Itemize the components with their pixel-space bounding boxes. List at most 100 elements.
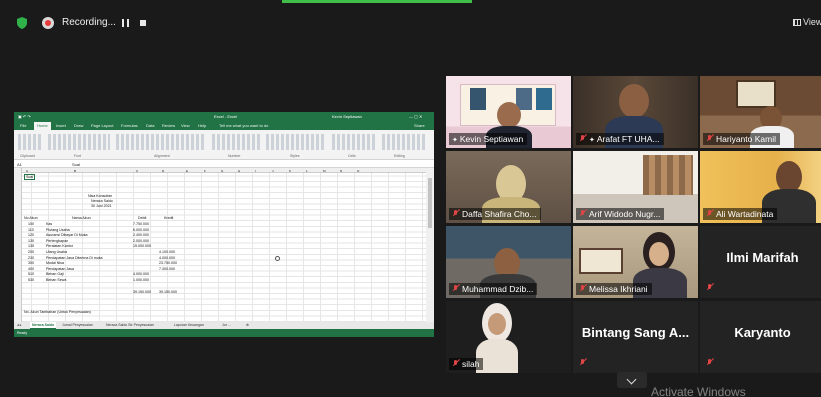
column-header[interactable]: L — [306, 169, 308, 173]
ribbon-clipboard-tools[interactable] — [18, 134, 42, 150]
tell-me-search[interactable]: Tell me what you want to do — [219, 123, 268, 128]
participant-tile[interactable]: Melissa Ikhriani — [573, 226, 698, 298]
ribbon-group-label: Number — [228, 154, 241, 158]
tab-review[interactable]: Review — [162, 123, 175, 128]
tab-draw[interactable]: Draw — [74, 123, 83, 128]
sheet-tab-laporan-keuangan[interactable]: Laporan Keuangan — [174, 323, 204, 327]
quick-access-toolbar-icon[interactable]: ▣ ↶ ↷ — [18, 114, 31, 119]
mic-muted-icon — [452, 285, 459, 293]
column-header[interactable]: C — [136, 169, 138, 173]
row-account-name: Pendapatan Jasa — [46, 266, 74, 271]
column-header[interactable]: J — [272, 169, 274, 173]
total-kredit: 39.150.000 — [159, 290, 177, 294]
participant-tile[interactable]: Hariyanto Kamil — [700, 76, 821, 148]
tab-data[interactable]: Data — [146, 123, 154, 128]
tab-file[interactable]: File — [20, 123, 26, 128]
row-account-name: Perlengkapan — [46, 238, 69, 243]
column-header[interactable]: G — [221, 169, 223, 173]
pause-recording-icon[interactable] — [122, 19, 129, 27]
participant-tile[interactable]: Ilmi Marifah — [700, 226, 821, 298]
participant-name-label: Arif Widodo Nugr... — [576, 208, 665, 220]
column-headers: A B C D E F G H I J K L M N O — [14, 168, 426, 173]
ribbon-alignment-tools[interactable] — [116, 134, 206, 150]
mic-muted-icon — [579, 359, 586, 367]
participant-tile[interactable]: silah — [446, 301, 571, 373]
show-toolbar-chevron-icon[interactable] — [617, 372, 647, 388]
row-kredit: 4.000.000 — [159, 255, 175, 260]
header-nama-akun: Nama Akun — [72, 216, 91, 220]
sheet-tab-neraca-saldo[interactable]: Neraca Saldo — [30, 322, 57, 329]
participant-gallery: ✦ Kevin Septiawan ✦ Arafat FT UHA... Hariy… — [446, 76, 821, 373]
sheet-tab-jurnal-penyesuaian[interactable]: Jurnal Penyesuaian — [62, 323, 93, 327]
row-debit: 7.750.000 — [133, 222, 149, 226]
tab-page-layout[interactable]: Page Layout — [91, 123, 113, 128]
mic-muted-icon — [706, 359, 713, 367]
column-header[interactable]: M — [323, 169, 326, 173]
participant-tile[interactable]: Arif Widodo Nugr... — [573, 151, 698, 223]
share-button[interactable]: Share — [414, 123, 425, 128]
participant-name-placeholder: Karyanto — [734, 325, 791, 340]
participant-tile[interactable]: Daffa Shafira Cho... — [446, 151, 571, 223]
participant-tile[interactable]: Muhammad Dzib... — [446, 226, 571, 298]
ribbon-styles-tools[interactable] — [266, 134, 326, 150]
row-account-name: Beban Gaji — [46, 272, 64, 277]
report-company: Nisa Konsultan — [88, 194, 113, 198]
meeting-top-bar: Recording... View — [0, 12, 821, 36]
mic-muted-icon — [706, 210, 713, 218]
wall-banner — [579, 248, 623, 274]
ribbon-cells-tools[interactable] — [332, 134, 376, 150]
vertical-scrollbar[interactable] — [426, 168, 434, 322]
column-header[interactable]: E — [186, 169, 188, 173]
ribbon-group-label: Alignment — [154, 154, 170, 158]
sheet-tab-neraca-saldo-penyesuaian[interactable]: Neraca Saldo Str Penyesuaian — [106, 323, 154, 327]
shield-icon[interactable] — [17, 17, 27, 29]
participant-tile[interactable]: ✦ Kevin Septiawan — [446, 76, 571, 148]
sheet-nav-icon[interactable]: ◂ ▸ — [17, 323, 22, 327]
tab-formulas[interactable]: Formulas — [121, 123, 138, 128]
mouse-cursor-icon — [275, 256, 280, 261]
spreadsheet-grid[interactable] — [14, 168, 426, 322]
row-account-number: 130 — [28, 238, 34, 243]
window-controls-icon[interactable]: — ▢ ✕ — [409, 114, 422, 119]
ribbon-number-tools[interactable] — [212, 134, 260, 150]
tab-insert[interactable]: Insert — [56, 123, 66, 128]
tab-home[interactable]: Home — [34, 122, 51, 130]
participant-tile[interactable]: Ali Wartadinata — [700, 151, 821, 223]
row-account-name: Kas — [46, 222, 53, 226]
recording-label: Recording... — [62, 17, 116, 28]
column-header[interactable]: O — [357, 169, 359, 173]
shared-screen[interactable]: ▣ ↶ ↷ Excel - Excel Kevin Septiawan — ▢ … — [14, 112, 434, 337]
formula-input[interactable]: Soal — [72, 162, 80, 167]
add-sheet-icon[interactable]: ⊕ — [246, 323, 249, 327]
column-header[interactable]: N — [340, 169, 342, 173]
row-debit: 2.000.000 — [133, 238, 149, 243]
participant-name-label: Daffa Shafira Cho... — [449, 208, 541, 220]
sheet-tab-more[interactable]: Jur ... — [222, 323, 231, 327]
column-header[interactable]: B — [74, 169, 76, 173]
row-account-name: Beban Sewa — [46, 278, 67, 282]
column-header[interactable]: D — [162, 169, 164, 173]
participant-tile[interactable]: Bintang Sang A... — [573, 301, 698, 373]
row-account-name: Pendapatan Jasa Diterima Di muka — [46, 255, 103, 260]
stop-recording-icon[interactable] — [140, 20, 146, 26]
ribbon-group-label: Editing — [394, 154, 405, 158]
ribbon-font-tools[interactable] — [48, 134, 110, 150]
tab-help[interactable]: Help — [198, 123, 206, 128]
column-header[interactable]: A — [26, 169, 28, 173]
column-header[interactable]: H — [238, 169, 240, 173]
participant-tile[interactable]: ✦ Arafat FT UHA... — [573, 76, 698, 148]
participant-name: Hariyanto Kamil — [716, 134, 776, 144]
view-button[interactable]: View — [793, 17, 821, 27]
column-header[interactable]: I — [255, 169, 256, 173]
footer-note: No. Akun Tambahan (Untuk Penyesuaian) — [24, 310, 91, 314]
row-account-number: 100 — [28, 222, 34, 226]
column-header[interactable]: F — [204, 169, 206, 173]
participant-name-label: Hariyanto Kamil — [703, 133, 780, 145]
name-box[interactable]: A1 — [17, 162, 22, 167]
ribbon-editing-tools[interactable] — [382, 134, 426, 150]
column-header[interactable]: K — [289, 169, 291, 173]
tab-view[interactable]: View — [181, 123, 190, 128]
participant-tile[interactable]: Karyanto — [700, 301, 821, 373]
row-account-number: 300 — [28, 261, 34, 266]
cell-a1[interactable]: Soal — [24, 174, 36, 180]
